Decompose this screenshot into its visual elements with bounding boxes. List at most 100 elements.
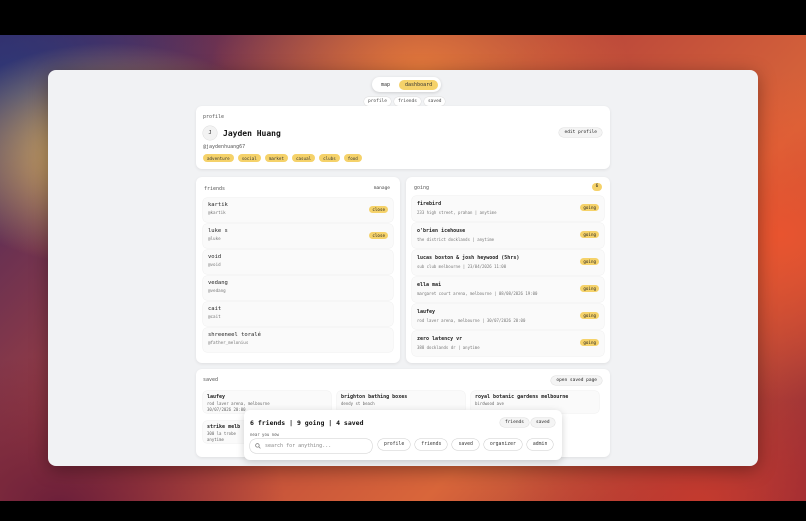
near-you-label: near you now [250,432,279,437]
edit-profile-button[interactable]: edit profile [559,128,602,137]
going-list: firebird 233 high street, prahan | anyti… [412,196,604,358]
tag: food [343,154,362,162]
going-card: going 6 firebird 233 high street, prahan… [406,177,610,363]
dashboard-toggle-button[interactable]: dashboard [399,79,439,90]
saved-item-time: 30/07/2026 20:00 [207,407,246,412]
open-saved-page-button[interactable]: open saved page [551,376,602,385]
friends-list: kartik @kartik close luke s @luke close … [203,198,393,354]
friend-name: cait [208,306,222,312]
app-window: map dashboard profile friends saved prof… [48,70,758,466]
saved-item-location: 300 la trobe [207,431,236,436]
event-row[interactable]: lucas boston & josh heywood (5hrs) sub c… [412,250,604,275]
close-friend-badge: close [369,206,388,213]
tag: clubs [319,154,340,162]
event-details: the district docklands | anytime [417,237,495,242]
filter-saved-button[interactable]: saved [452,439,479,450]
saved-button[interactable]: saved [531,418,555,427]
tag: market [264,154,288,162]
filter-profile-button[interactable]: profile [378,439,411,450]
event-row[interactable]: ella mai margaret court arena, melbourne… [412,277,604,302]
event-row[interactable]: firebird 233 high street, prahan | anyti… [412,196,604,221]
event-title: laufey [417,309,436,315]
close-friend-badge: close [369,232,388,239]
saved-item-location: dendy st beach [341,401,375,406]
friend-row[interactable]: cait @cait [203,302,393,326]
profile-card: profile J Jayden Huang edit profile @jay… [196,106,610,169]
event-details: 233 high street, prahan | anytime [417,210,497,215]
summary-panel: 6 friends | 9 going | 4 saved friends sa… [244,410,562,460]
friend-handle: @kartik [208,210,226,215]
saved-item-time: anytime [207,437,224,442]
profile-name: Jayden Huang [223,129,281,138]
friend-handle: @vedang [208,288,226,293]
event-title: firebird [417,201,442,207]
friend-row[interactable]: kartik @kartik close [203,198,393,222]
event-details: 388 docklands dr | anytime [417,345,480,350]
going-badge[interactable]: going [580,258,599,265]
filter-admin-button[interactable]: admin [526,439,554,450]
profile-card-label: profile [203,114,225,120]
event-row[interactable]: o'brien icehouse the district docklands … [412,223,604,248]
tag: social [237,154,261,162]
event-title: o'brien icehouse [417,228,466,234]
friend-handle: @void [208,262,221,267]
friend-handle: @father_melonius [208,340,249,345]
search-icon [255,443,261,449]
avatar: J [203,126,217,140]
going-badge[interactable]: going [580,285,599,292]
nav-profile[interactable]: profile [364,97,391,106]
filter-organizer-button[interactable]: organizer [483,439,522,450]
event-title: zero latency vr [417,336,463,342]
event-details: sub club melbourne | 23/04/2026 11:00 [417,264,507,269]
friend-name: vedang [208,280,228,286]
screen-bottom-bar [0,501,806,521]
saved-item-location: rod laver arena, melbourne [207,401,270,406]
friend-name: shreeneel toralé [208,332,261,338]
filter-buttons: profile friends saved organizer admin [378,439,554,450]
tag: casual [291,154,316,162]
map-toggle-button[interactable]: map [375,80,396,90]
friend-handle: @cait [208,314,221,319]
view-toggle: map dashboard [372,77,442,92]
going-count-badge: 6 [592,183,602,191]
friend-row[interactable]: vedang @vedang [203,276,393,300]
going-badge[interactable]: going [580,312,599,319]
saved-item-title: laufey [207,394,226,400]
nav-saved[interactable]: saved [423,97,446,106]
search-box [250,439,372,453]
friend-name: kartik [208,202,228,208]
profile-handle: @jaydenhuang67 [203,144,246,150]
event-details: rod laver arena, melbourne | 30/07/2026 … [417,318,526,323]
saved-item-title: brighton bathing boxes [341,394,408,400]
saved-item-title: royal botanic gardens melbourne [475,394,569,400]
going-badge[interactable]: going [580,231,599,238]
tag: adventure [203,154,234,162]
interest-tags: adventure social market casual clubs foo… [203,154,362,162]
filter-friends-button[interactable]: friends [415,439,448,450]
friend-row[interactable]: shreeneel toralé @father_melonius [203,328,393,352]
event-row[interactable]: laufey rod laver arena, melbourne | 30/0… [412,304,604,329]
saved-card-label: saved [203,377,219,383]
manage-friends-link[interactable]: manage [374,186,390,191]
friend-row[interactable]: luke s @luke close [203,224,393,248]
summary-stats: 6 friends | 9 going | 4 saved [250,419,364,427]
nav-friends[interactable]: friends [393,97,421,106]
friend-handle: @luke [208,236,221,241]
saved-item-location: birdwood ave [475,401,504,406]
event-details: margaret court arena, melbourne | 08/08/… [417,291,538,296]
friend-name: luke s [208,228,228,234]
going-badge[interactable]: going [580,339,599,346]
friends-button[interactable]: friends [500,418,529,427]
friend-name: void [208,254,222,260]
going-card-label: going [414,185,430,191]
section-nav: profile friends saved [364,97,446,106]
going-badge[interactable]: going [580,204,599,211]
friend-row[interactable]: void @void [203,250,393,274]
friends-card-label: friends [204,186,226,192]
friends-card: friends manage kartik @kartik close luke… [196,177,400,363]
search-input[interactable] [265,443,365,449]
event-title: lucas boston & josh heywood (5hrs) [417,255,520,261]
event-title: ella mai [417,282,442,288]
saved-item-title: strike melb [207,424,241,430]
event-row[interactable]: zero latency vr 388 docklands dr | anyti… [412,331,604,356]
